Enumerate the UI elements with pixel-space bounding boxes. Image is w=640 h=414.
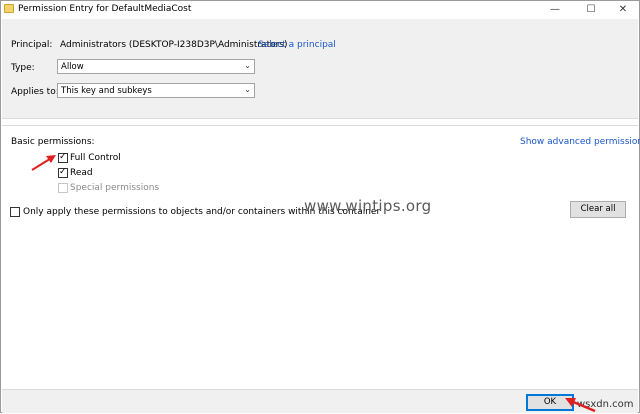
checkmark-icon: ✓ [59, 152, 67, 162]
full-control-checkbox[interactable]: ✓ [58, 152, 68, 163]
watermark-center: www.wintips.org [304, 197, 432, 215]
applies-to-select[interactable]: This key and subkeys ⌄ [57, 83, 255, 98]
applies-to-select-value: This key and subkeys [61, 86, 152, 96]
principal-panel: Principal: Administrators (DESKTOP-I238D… [2, 19, 638, 119]
only-apply-checkbox[interactable] [10, 207, 20, 217]
close-button[interactable]: ✕ [607, 1, 639, 18]
clear-all-button[interactable]: Clear all [570, 201, 626, 218]
chevron-down-icon: ⌄ [244, 85, 251, 94]
read-checkbox[interactable]: ✓ [58, 167, 68, 178]
dialog-footer: OK [2, 389, 638, 413]
special-permissions-label: Special permissions [70, 183, 160, 193]
principal-label: Principal: [11, 40, 53, 50]
special-permissions-checkbox[interactable] [58, 183, 68, 193]
annotation-arrow-icon [31, 155, 56, 171]
permissions-panel: Basic permissions: Show advanced permiss… [2, 125, 640, 389]
type-select-value: Allow [61, 62, 84, 72]
window-title: Permission Entry for DefaultMediaCost [18, 4, 192, 14]
basic-permissions-heading: Basic permissions: [11, 137, 95, 147]
annotation-arrow-icon [565, 398, 596, 413]
chevron-down-icon: ⌄ [244, 61, 251, 70]
maximize-button[interactable]: ☐ [575, 1, 607, 18]
read-label: Read [70, 168, 93, 178]
folder-icon [4, 4, 14, 13]
select-principal-link[interactable]: Select a principal [258, 40, 336, 50]
show-advanced-permissions-link[interactable]: Show advanced permissions [520, 137, 640, 147]
principal-value: Administrators (DESKTOP-I238D3P\Administ… [60, 40, 288, 50]
permission-entry-dialog: Permission Entry for DefaultMediaCost — … [0, 0, 640, 413]
minimize-button[interactable]: — [539, 1, 571, 18]
checkmark-icon: ✓ [59, 167, 67, 177]
title-bar[interactable]: Permission Entry for DefaultMediaCost — … [1, 1, 639, 19]
type-label: Type: [11, 63, 35, 73]
type-select[interactable]: Allow ⌄ [57, 59, 255, 74]
full-control-label: Full Control [70, 153, 121, 163]
applies-to-label: Applies to: [11, 87, 59, 97]
